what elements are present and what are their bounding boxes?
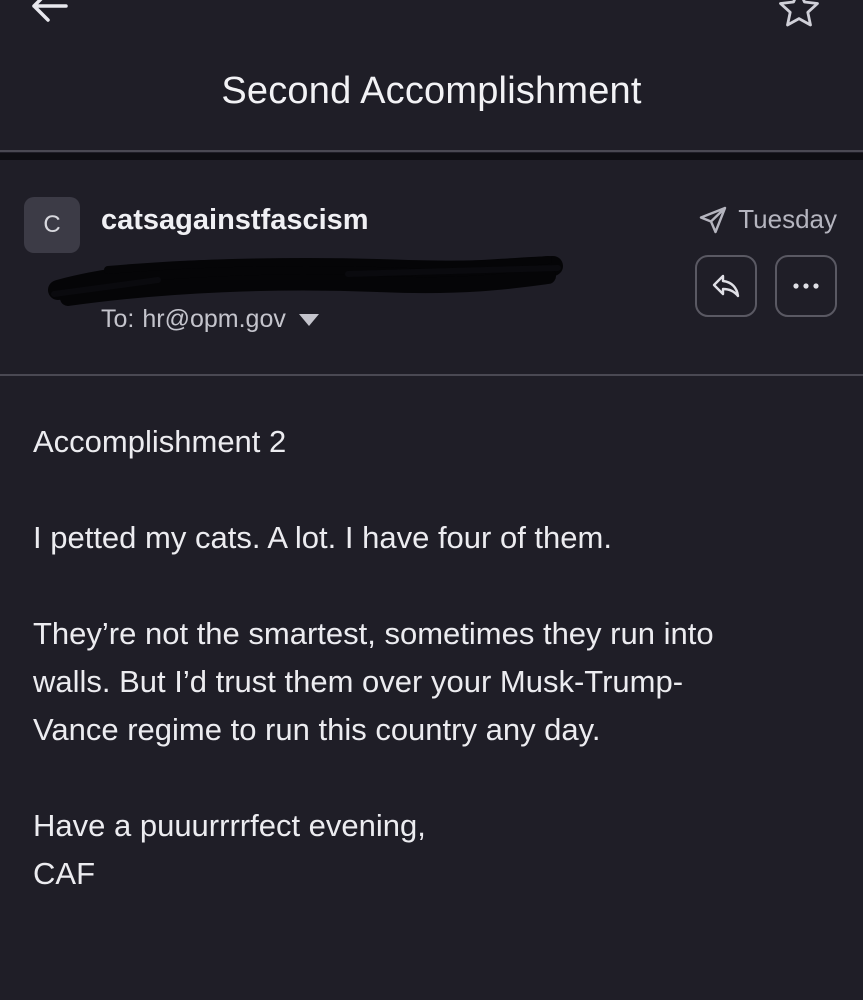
signature: CAF	[33, 856, 95, 891]
body-paragraph: I petted my cats. A lot. I have four of …	[33, 520, 612, 555]
body-line: walls. But I’d trust them over your Musk…	[33, 664, 684, 699]
body-heading: Accomplishment 2	[33, 424, 287, 459]
divider	[0, 150, 863, 152]
body-paragraph: They’re not the smartest, sometimes they…	[33, 610, 833, 754]
divider	[0, 374, 863, 376]
recipient-line[interactable]: To: hr@opm.gov	[101, 305, 320, 334]
email-body: Accomplishment 2 I petted my cats. A lot…	[33, 418, 833, 898]
closing-line: Have a puuurrrrfect evening,	[33, 808, 426, 843]
arrow-left-icon[interactable]	[26, 0, 72, 24]
sent-date: Tuesday	[698, 204, 837, 235]
divider	[0, 153, 863, 160]
body-line: Vance regime to run this country any day…	[33, 712, 601, 747]
sender-name[interactable]: catsagainstfascism	[101, 204, 369, 237]
sender-avatar[interactable]: C	[24, 197, 80, 253]
paper-plane-icon	[700, 206, 727, 233]
caret-down-icon[interactable]	[298, 313, 320, 327]
to-label: To:	[101, 305, 135, 333]
more-options-button[interactable]	[775, 255, 837, 317]
redaction-scribble	[48, 256, 563, 306]
body-line: They’re not the smartest, sometimes they…	[33, 616, 714, 651]
top-toolbar	[0, 0, 863, 30]
avatar-initial: C	[43, 211, 61, 238]
body-closing: Have a puuurrrrfect evening, CAF	[33, 802, 833, 898]
star-icon[interactable]	[776, 0, 822, 30]
ellipsis-icon	[793, 283, 819, 289]
reply-icon	[712, 274, 740, 298]
reply-button[interactable]	[695, 255, 757, 317]
date-text: Tuesday	[738, 204, 837, 234]
email-view: Second Accomplishment C catsagainstfasci…	[0, 0, 863, 1000]
recipient-address: hr@opm.gov	[142, 305, 286, 333]
email-subject: Second Accomplishment	[221, 70, 642, 112]
